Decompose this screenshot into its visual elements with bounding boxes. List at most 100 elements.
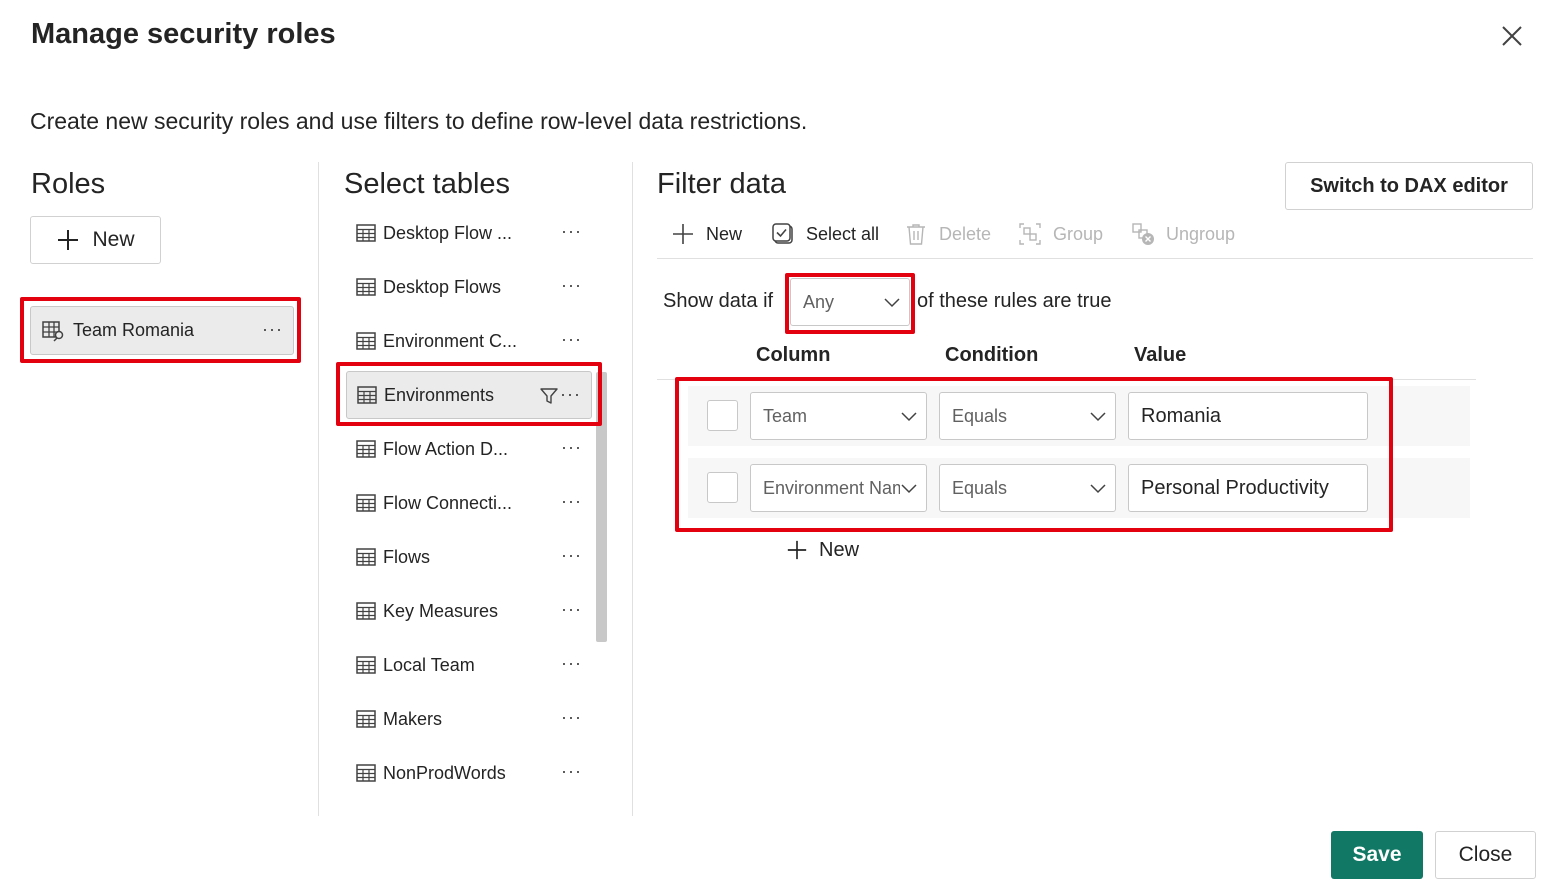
plus-icon [787,540,807,560]
group-icon [1019,223,1041,245]
table-item-desktop-flows[interactable]: Desktop Flows ··· [346,263,592,311]
toolbar-divider [657,258,1533,259]
toolbar-new-label: New [706,223,743,244]
select-all-label: Select all [806,223,880,244]
dialog-title: Manage security roles [31,18,336,50]
ungroup-label: Ungroup [1166,223,1236,244]
table-icon [356,602,376,620]
table-item-label: Environment C... [383,330,518,351]
switch-to-dax-button[interactable]: Switch to DAX editor [1285,162,1533,210]
table-icon [356,278,376,296]
rule-condition-dropdown[interactable]: Equals [939,464,1116,512]
table-item-key-measures[interactable]: Key Measures ··· [346,587,592,635]
table-list-scrollbar[interactable] [596,372,607,642]
table-icon [357,386,377,404]
filter-heading: Filter data [657,168,786,200]
rule-column-value: Environment Name [763,477,918,498]
grid-header-divider [657,379,1476,380]
table-icon [356,656,376,674]
more-options-icon[interactable]: ··· [561,491,582,512]
table-icon [356,332,376,350]
table-item-label: Flow Connecti... [383,492,513,513]
more-options-icon[interactable]: ··· [561,329,582,350]
table-item-flow-connecti[interactable]: Flow Connecti... ··· [346,479,592,527]
table-icon [356,494,376,512]
chevron-down-icon [883,293,901,311]
show-data-if-label: Show data if [663,290,774,312]
more-options-icon[interactable]: ··· [262,319,283,340]
ungroup-button[interactable]: Ungroup [1131,220,1235,248]
match-mode-dropdown[interactable]: Any [790,278,910,326]
more-options-icon[interactable]: ··· [561,437,582,458]
rule-column-dropdown[interactable]: Environment Name [750,464,927,512]
rule-condition-value: Equals [952,405,1008,426]
table-list: Desktop Flow ... ··· Desktop Flows ··· E… [340,214,600,826]
table-item-label: Flows [383,546,431,567]
save-button[interactable]: Save [1331,831,1423,879]
more-options-icon[interactable]: ··· [561,653,582,674]
more-options-icon[interactable]: ··· [561,707,582,728]
roles-heading: Roles [31,168,106,200]
table-item-flows[interactable]: Flows ··· [346,533,592,581]
table-icon [356,440,376,458]
group-button[interactable]: Group [1018,220,1103,248]
new-role-button[interactable]: New [30,216,161,264]
table-icon [356,548,376,566]
role-item-label: Team Romania [73,320,195,340]
rule-value-input[interactable]: Romania [1128,392,1368,440]
new-role-label: New [92,228,135,251]
select-all-icon [772,223,793,244]
table-item-environments[interactable]: Environments ··· [346,371,592,419]
column-header-condition: Condition [945,344,1039,366]
chevron-down-icon [900,407,918,425]
table-item-label: NonProdWords [383,762,506,783]
table-item-desktop-flow[interactable]: Desktop Flow ... ··· [346,214,592,257]
more-options-icon[interactable]: ··· [561,221,582,242]
table-item-environment-c[interactable]: Environment C... ··· [346,317,592,365]
delete-icon [907,224,925,245]
select-all-button[interactable]: Select all [771,220,879,248]
delete-button[interactable]: Delete [904,220,991,248]
more-options-icon[interactable]: ··· [560,384,581,405]
table-item-label: Desktop Flows [383,276,502,297]
table-item-makers[interactable]: Makers ··· [346,695,592,743]
table-item-label: Flow Action D... [383,438,509,459]
ungroup-icon [1132,223,1154,245]
table-item-label: Environments [384,384,495,405]
chevron-down-icon [1089,479,1107,497]
rules-are-true-label: of these rules are true [917,290,1112,312]
toolbar-new-button[interactable]: New [671,220,742,248]
tables-heading: Select tables [344,168,511,200]
divider [318,162,319,816]
rule-condition-value: Equals [952,477,1008,498]
rule-checkbox[interactable] [707,400,738,431]
more-options-icon[interactable]: ··· [561,545,582,566]
table-item-label: Desktop Flow ... [383,222,513,243]
rule-checkbox[interactable] [707,472,738,503]
rule-column-dropdown[interactable]: Team [750,392,927,440]
role-item-team-romania[interactable]: Team Romania ··· [30,306,294,355]
group-label: Group [1053,223,1104,244]
table-item-flow-action-d[interactable]: Flow Action D... ··· [346,425,592,473]
table-item-label: Local Team [383,654,475,675]
close-icon[interactable] [1498,22,1526,50]
table-item-nonprodwords[interactable]: NonProdWords ··· [346,749,592,797]
column-header-value: Value [1134,344,1187,366]
close-button[interactable]: Close [1435,831,1536,879]
table-icon [356,710,376,728]
table-icon [356,764,376,782]
more-options-icon[interactable]: ··· [561,275,582,296]
rule-value-input[interactable]: Personal Productivity [1128,464,1368,512]
dialog-subtitle: Create new security roles and use filter… [30,108,808,134]
chevron-down-icon [1089,407,1107,425]
more-options-icon[interactable]: ··· [561,761,582,782]
table-icon [356,224,376,242]
plus-icon [58,230,79,250]
delete-label: Delete [939,223,992,244]
table-item-label: Makers [383,708,443,729]
more-options-icon[interactable]: ··· [561,599,582,620]
rule-condition-dropdown[interactable]: Equals [939,392,1116,440]
table-item-local-team[interactable]: Local Team ··· [346,641,592,689]
add-rule-button[interactable]: New [786,536,859,564]
plus-icon [673,224,693,244]
